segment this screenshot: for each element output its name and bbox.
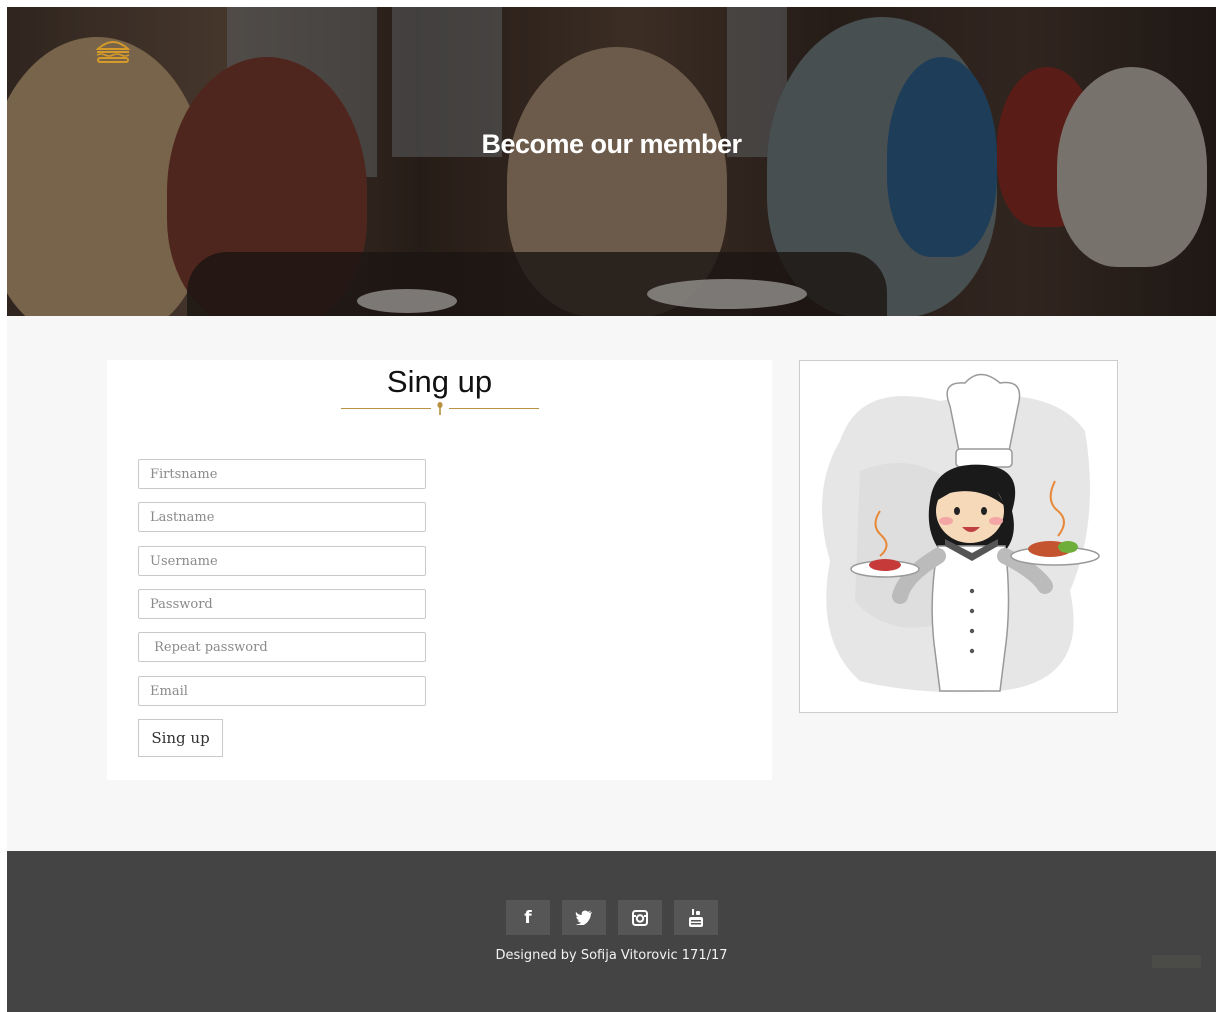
chef-image xyxy=(822,373,1100,693)
signup-card: Sing up Sing up xyxy=(107,360,772,780)
chef-illustration xyxy=(799,360,1118,713)
page: Become our member Sing up Sing up xyxy=(7,7,1216,1012)
spoon-icon xyxy=(437,402,443,415)
youtube-glyph-icon xyxy=(689,908,703,927)
lastname-field[interactable] xyxy=(138,502,426,532)
username-field[interactable] xyxy=(138,546,426,576)
heading-divider xyxy=(341,402,539,416)
signup-heading: Sing up xyxy=(386,364,493,399)
email-field[interactable] xyxy=(138,676,426,706)
facebook-icon[interactable]: f xyxy=(506,900,550,935)
twitter-bird-icon xyxy=(575,910,592,925)
signup-button[interactable]: Sing up xyxy=(138,719,223,757)
youtube-icon[interactable] xyxy=(674,900,718,935)
footer-credit: Designed by Sofija Vitorovic 171/17 xyxy=(495,948,728,963)
password-field[interactable] xyxy=(138,589,426,619)
hero-banner: Become our member xyxy=(7,7,1216,316)
instagram-glyph-icon xyxy=(632,909,648,926)
repeat-password-field[interactable] xyxy=(138,632,426,662)
back-to-top-button[interactable] xyxy=(1152,955,1201,968)
footer: f Designed by Sofija Vitorovic 171/17 xyxy=(7,851,1216,1012)
instagram-icon[interactable] xyxy=(618,900,662,935)
burger-icon[interactable] xyxy=(95,38,131,64)
twitter-icon[interactable] xyxy=(562,900,606,935)
page-title: Become our member xyxy=(481,129,742,159)
facebook-glyph: f xyxy=(524,907,532,928)
firstname-field[interactable] xyxy=(138,459,426,489)
